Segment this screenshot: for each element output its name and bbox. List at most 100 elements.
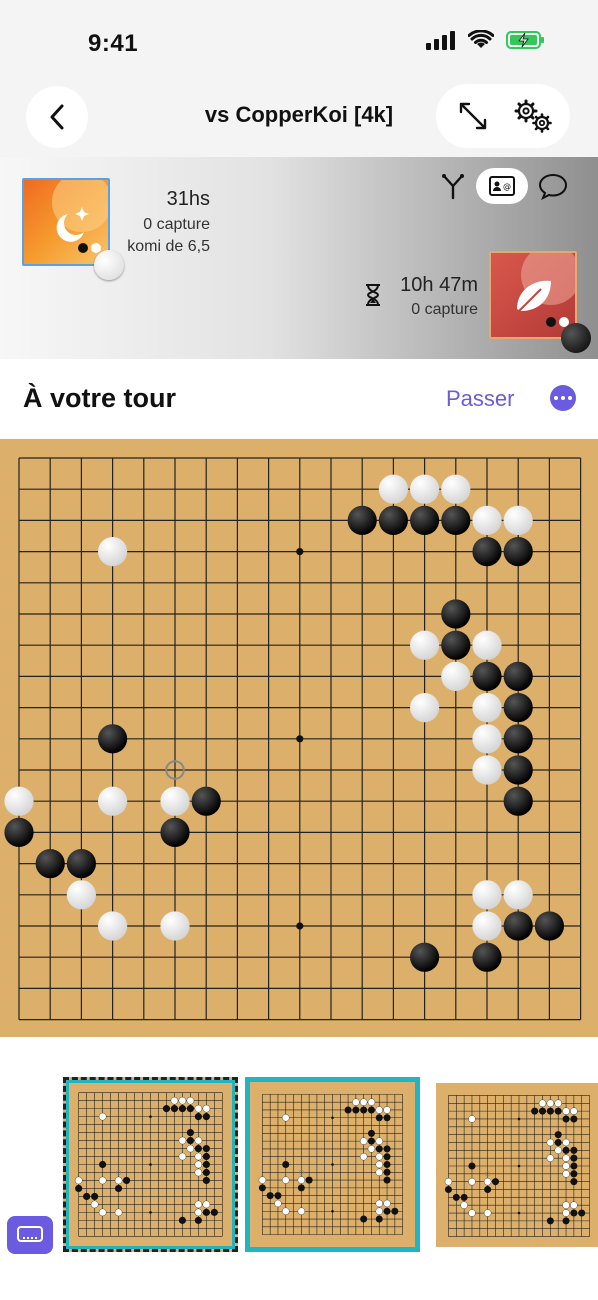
white-stone [546, 1154, 555, 1162]
black-stone [186, 1105, 194, 1113]
black-stone [160, 817, 190, 847]
white-stone [375, 1199, 383, 1208]
black-stone [360, 1215, 368, 1223]
black-stone [367, 1137, 375, 1145]
white-stone [98, 786, 128, 816]
black-stone [503, 755, 533, 785]
white-stone [90, 1200, 99, 1209]
turn-bar: À votre tour Passer [0, 359, 598, 439]
player-time: 31hs [166, 188, 210, 210]
board-area [0, 439, 598, 1037]
expand-arrows-icon [459, 102, 487, 130]
black-stone [191, 786, 221, 816]
white-stone [468, 1177, 476, 1186]
star-point [296, 735, 304, 743]
black-stone [570, 1209, 578, 1217]
mini-board [74, 1092, 223, 1237]
board-thumbnail-2[interactable] [245, 1077, 420, 1252]
white-stone [562, 1209, 570, 1217]
settings-button[interactable] [503, 98, 563, 134]
black-stone [383, 1153, 391, 1161]
fork-icon[interactable] [440, 172, 466, 200]
go-board[interactable] [0, 439, 598, 1037]
black-stone [383, 1160, 391, 1169]
expand-button[interactable] [443, 101, 503, 131]
black-stone-indicator [78, 243, 88, 253]
white-stone [472, 880, 502, 910]
white-stone [410, 474, 440, 504]
id-card-button[interactable]: @ [476, 168, 528, 204]
black-stone [367, 1106, 375, 1114]
star-point [331, 1116, 334, 1120]
black-stone [202, 1176, 210, 1185]
more-button[interactable] [550, 385, 576, 411]
black-stone [570, 1115, 578, 1123]
star-point [149, 1211, 152, 1214]
star-point [149, 1163, 152, 1166]
black-stone [503, 724, 533, 754]
black-stone [383, 1114, 391, 1122]
black-stone [194, 1113, 202, 1121]
opponent-captures: 0 capture [411, 301, 478, 318]
black-stone [383, 1168, 391, 1176]
white-stone-indicator [91, 243, 101, 253]
white-stone [410, 630, 440, 660]
board-thumbnail-3[interactable] [436, 1083, 598, 1247]
black-stone [194, 1216, 202, 1224]
black-stone [347, 505, 377, 535]
white-stone [472, 630, 502, 660]
pass-button[interactable]: Passer [446, 386, 514, 412]
black-stone [441, 599, 471, 629]
more-dots-icon [554, 396, 558, 400]
black-stone-indicator-op [546, 317, 556, 327]
white-stone [483, 1209, 492, 1217]
mini-board [444, 1095, 590, 1237]
white-stone [66, 880, 96, 910]
status-bar: 9:41 [0, 0, 598, 88]
white-stone [186, 1096, 195, 1105]
black-stone [258, 1184, 266, 1192]
white-stone [258, 1176, 267, 1184]
keyboard-button[interactable] [7, 1216, 53, 1254]
white-stone [74, 1176, 83, 1185]
board-thumbnail-1[interactable] [63, 1077, 238, 1252]
black-stone [570, 1162, 578, 1170]
black-stone [570, 1178, 578, 1186]
black-stone [375, 1145, 383, 1153]
black-stone [91, 1192, 99, 1201]
black-stone [546, 1107, 554, 1115]
chat-bubble-icon[interactable] [538, 172, 568, 200]
white-stone [98, 1208, 107, 1217]
white-stone [297, 1207, 306, 1215]
white-stone [472, 724, 502, 754]
player-captures: 0 capture [143, 216, 210, 233]
black-stone [441, 630, 471, 660]
white-stone [546, 1138, 555, 1147]
white-stone [160, 786, 190, 816]
white-stone [375, 1207, 383, 1215]
black-stone [534, 911, 565, 941]
black-stone [83, 1192, 91, 1201]
white-stone [562, 1162, 570, 1170]
white-stone [178, 1152, 187, 1161]
black-stone [35, 849, 65, 879]
white-stone [98, 1112, 107, 1121]
white-stone [441, 661, 471, 691]
black-stone [391, 1207, 399, 1215]
opponent-time: 10h 47m [400, 274, 478, 296]
status-time: 9:41 [88, 30, 139, 57]
white-stone [282, 1114, 290, 1122]
white-stone [444, 1177, 453, 1186]
black-stone [375, 1114, 383, 1122]
white-stone [375, 1106, 383, 1114]
white-stone [282, 1207, 290, 1215]
white-stone [375, 1168, 383, 1176]
keyboard-icon [17, 1226, 43, 1242]
black-stone [178, 1216, 187, 1224]
black-stone [186, 1136, 194, 1145]
black-stone [344, 1106, 352, 1114]
black-stone [410, 505, 440, 535]
black-stone [98, 724, 128, 754]
black-stone [472, 537, 502, 567]
black-stone [538, 1107, 547, 1115]
